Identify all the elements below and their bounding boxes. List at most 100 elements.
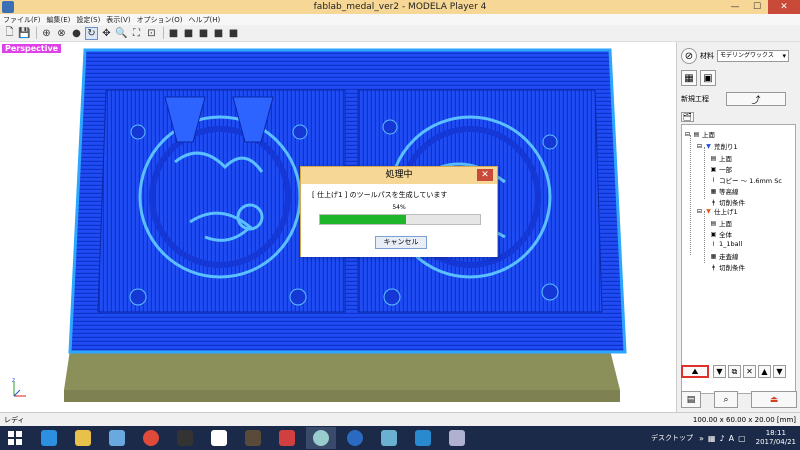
menu-options[interactable]: オプション(O) — [137, 15, 183, 25]
add-process-button[interactable]: ▼ — [713, 365, 726, 378]
dialog-close-button[interactable]: ✕ — [477, 169, 493, 181]
tree-tab-icon[interactable]: 🗂 — [681, 112, 694, 122]
tree-item-rough-contour[interactable]: ▦ 等高線 — [710, 186, 739, 197]
rough-cut-icon: ▼ — [706, 142, 711, 150]
tree-item-finish-conditions[interactable]: ǂ 切削条件 — [710, 262, 745, 273]
collapse-icon[interactable]: ⊟ — [696, 208, 703, 215]
move-up-button[interactable]: ▲ — [758, 365, 771, 378]
new-process-button[interactable]: ⤴ — [726, 92, 786, 106]
windows-icon — [8, 431, 22, 445]
toolpath-preview-button[interactable]: ⛰ — [681, 365, 709, 378]
taskbar-computer[interactable] — [102, 427, 132, 449]
new-process-icon: ⤴ — [751, 95, 761, 106]
collapse-icon[interactable]: ⊟ — [696, 143, 703, 150]
taskbar-inkscape[interactable] — [170, 427, 200, 449]
tree-item-rough-partial[interactable]: ▣ 一部 — [710, 164, 732, 175]
menu-view[interactable]: 表示(V) — [106, 15, 130, 25]
taskbar-app-red[interactable] — [272, 427, 302, 449]
cancel-button[interactable]: キャンセル — [375, 236, 427, 249]
volume-icon[interactable]: ♪ — [719, 434, 724, 443]
move-icon[interactable]: ✥ — [100, 27, 113, 40]
taskbar-app-paint[interactable] — [442, 427, 472, 449]
progress-bar — [319, 214, 481, 225]
taskbar-chrome[interactable] — [136, 427, 166, 449]
view-right-icon[interactable]: ■ — [197, 27, 210, 40]
cut-machine-icon: ⏏ — [769, 394, 779, 405]
model-setup-icon[interactable]: ▦ — [681, 70, 697, 86]
zoom-area-icon[interactable]: ⊡ — [145, 27, 158, 40]
tree-item-top[interactable]: ⊟ ▤ 上面 — [684, 129, 715, 140]
3d-app-icon — [245, 430, 261, 446]
desktop-toolbar[interactable]: デスクトップ — [651, 433, 693, 443]
new-file-icon[interactable]: 🗋 — [3, 27, 16, 40]
view-left-icon[interactable]: ■ — [227, 27, 240, 40]
ie-icon — [41, 430, 57, 446]
model-origin-icon[interactable]: ▣ — [700, 70, 716, 86]
tree-item-finish-all[interactable]: ▣ 全体 — [710, 229, 732, 240]
taskbar-explorer[interactable] — [68, 427, 98, 449]
tool-icon: ⌇ — [712, 176, 715, 184]
modela-icon — [313, 430, 329, 446]
material-select[interactable]: モデリングワックス — [717, 50, 789, 62]
view-mode-label: Perspective — [2, 44, 62, 53]
maximize-button[interactable]: ☐ — [746, 0, 768, 14]
zoom-icon[interactable]: 🔍 — [115, 27, 128, 40]
network-icon[interactable]: ▦ — [708, 434, 716, 443]
taskbar-app-screen[interactable] — [374, 427, 404, 449]
taskbar-app-v[interactable] — [408, 427, 438, 449]
conditions-icon: ǂ — [712, 263, 715, 271]
fit-icon[interactable]: ⛶ — [130, 27, 143, 40]
tree-item-finish-scan[interactable]: ▦ 走査線 — [710, 251, 739, 262]
globe-wire-icon[interactable]: ⊗ — [55, 27, 68, 40]
progress-percent: 54% — [392, 204, 406, 211]
notification-icon[interactable]: ▢ — [738, 434, 746, 443]
material-icon[interactable]: ⊘ — [681, 48, 697, 64]
minimize-button[interactable]: — — [724, 0, 746, 14]
close-button[interactable]: ✕ — [768, 0, 800, 14]
preview-cut-button[interactable]: ⌕ — [714, 391, 738, 408]
toolbar: 🗋 💾 ⊕ ⊗ ● ↻ ✥ 🔍 ⛶ ⊡ ■ ■ ■ ■ ■ — [0, 25, 800, 42]
move-down-button[interactable]: ▼ — [773, 365, 786, 378]
menu-file[interactable]: ファイル(F) — [3, 15, 41, 25]
tree-item-finish1[interactable]: ⊟ ▼ 仕上げ1 — [696, 206, 738, 217]
globe-icon[interactable]: ⊕ — [40, 27, 53, 40]
taskbar-ie[interactable] — [34, 427, 64, 449]
clock-date: 2017/04/21 — [755, 438, 796, 446]
menu-help[interactable]: ヘルプ(H) — [189, 15, 221, 25]
menu-edit[interactable]: 編集(E) — [47, 15, 71, 25]
collapse-icon[interactable]: ⊟ — [684, 131, 691, 138]
shaded-sphere-icon[interactable]: ● — [70, 27, 83, 40]
start-cut-button[interactable]: ⏏ — [751, 391, 797, 408]
delete-process-button[interactable]: ✕ — [743, 365, 756, 378]
cut-list-button[interactable]: ▤ — [681, 391, 701, 408]
taskbar-3d[interactable] — [238, 427, 268, 449]
tree-item-rough1[interactable]: ⊟ ▼ 荒削り1 — [696, 141, 738, 152]
preview-search-icon: ⌕ — [723, 394, 729, 405]
tree-item-rough-top[interactable]: ▤ 上面 — [710, 153, 732, 164]
tree-item-finish-top[interactable]: ▤ 上面 — [710, 218, 732, 229]
taskbar-modela[interactable] — [306, 427, 336, 449]
ime-icon[interactable]: A — [729, 434, 734, 443]
right-panel: ⊘ 材料 モデリングワックス ▦ ▣ 新規工程 ⤴ 🗂 ⊟ ▤ 上面 ⊟ ▼ 荒… — [676, 42, 800, 412]
chevron-icon[interactable]: » — [699, 434, 704, 443]
start-button[interactable] — [0, 427, 30, 449]
view-iso-icon[interactable]: ■ — [167, 27, 180, 40]
taskbar-file[interactable] — [204, 427, 234, 449]
view-front-icon[interactable]: ■ — [182, 27, 195, 40]
title-bar: fablab_medal_ver2 - MODELA Player 4 — ☐ … — [0, 0, 800, 14]
monitor-icon — [109, 430, 125, 446]
toolbar-separator — [36, 27, 37, 39]
taskbar-app-blue[interactable] — [340, 427, 370, 449]
save-icon[interactable]: 💾 — [18, 27, 31, 40]
model-dimensions: 100.00 x 60.00 x 20.00 [mm] — [692, 415, 796, 424]
view-top-icon[interactable]: ■ — [212, 27, 225, 40]
clock[interactable]: 18:11 2017/04/21 — [756, 429, 796, 447]
tree-item-rough-tool[interactable]: ⌇ コピー ～ 1.6mm Sc — [710, 175, 782, 186]
rotate-icon[interactable]: ↻ — [85, 26, 98, 40]
dialog-message: [ 仕上げ1 ] のツールパスを生成しています — [312, 191, 448, 199]
tree-item-finish-tool[interactable]: ⌇ 1_1ball — [710, 240, 742, 248]
scanline-icon: ▦ — [710, 252, 717, 260]
copy-process-button[interactable]: ⧉ — [728, 365, 741, 378]
3d-viewport[interactable]: Perspective z 処理中 ✕ [ 仕上げ1 ] のツールパスを生成して… — [0, 42, 676, 412]
menu-settings[interactable]: 設定(S) — [76, 15, 100, 25]
